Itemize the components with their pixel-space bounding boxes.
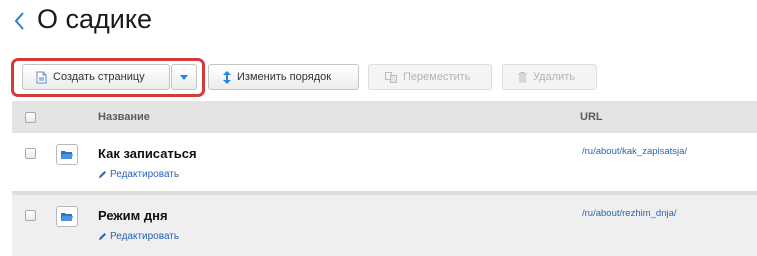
column-header-name: Название [98, 111, 150, 123]
page-name[interactable]: Режим дня [98, 208, 168, 223]
trash-icon [518, 71, 527, 83]
toolbar: Создать страницу Изменить порядок Переме… [0, 56, 757, 100]
create-page-button[interactable]: Создать страницу [22, 64, 170, 90]
delete-button[interactable]: Удалить [502, 64, 597, 90]
sort-arrows-icon [223, 70, 231, 84]
page-title: О садике [37, 4, 152, 34]
move-label: Переместить [403, 71, 471, 83]
page-url[interactable]: /ru/about/kak_zapisatsja/ [582, 146, 687, 157]
pencil-icon [98, 232, 107, 241]
select-all-checkbox[interactable] [25, 112, 36, 123]
page-name[interactable]: Как записаться [98, 146, 197, 161]
new-page-icon [36, 71, 47, 84]
edit-label: Редактировать [110, 231, 180, 242]
create-page-dropdown-button[interactable] [171, 64, 197, 90]
edit-label: Редактировать [110, 169, 180, 180]
chevron-left-icon [14, 12, 24, 30]
folder-icon[interactable] [56, 144, 78, 165]
table-header: Название URL [12, 101, 757, 133]
pages-table: Название URL Как записаться Редактироват… [12, 101, 757, 256]
table-row: Как записаться Редактировать /ru/about/k… [12, 133, 757, 191]
table-row: Режим дня Редактировать /ru/about/rezhim… [12, 195, 757, 256]
create-page-label: Создать страницу [53, 71, 145, 83]
page-header: О садике [0, 0, 757, 48]
edit-link[interactable]: Редактировать [98, 169, 179, 180]
pencil-icon [98, 170, 107, 179]
row-checkbox[interactable] [25, 148, 36, 159]
page-url[interactable]: /ru/about/rezhim_dnja/ [582, 208, 677, 219]
change-order-button[interactable]: Изменить порядок [208, 64, 359, 90]
back-button[interactable] [8, 4, 30, 38]
column-header-url: URL [580, 111, 603, 123]
row-checkbox[interactable] [25, 210, 36, 221]
edit-link[interactable]: Редактировать [98, 231, 179, 242]
caret-down-icon [180, 74, 188, 80]
move-button[interactable]: Переместить [368, 64, 492, 90]
folder-icon[interactable] [56, 206, 78, 227]
move-icon [385, 71, 397, 83]
change-order-label: Изменить порядок [237, 71, 332, 83]
delete-label: Удалить [533, 71, 575, 83]
